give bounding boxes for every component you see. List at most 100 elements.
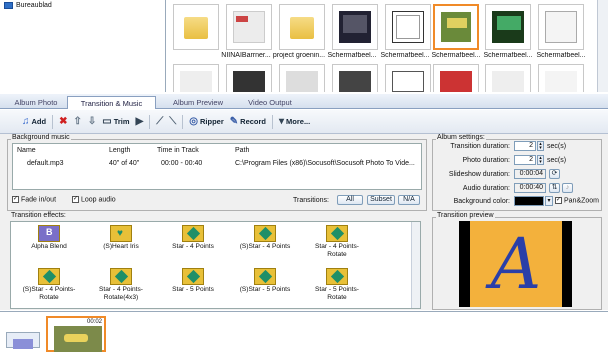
trim-icon: ▭ xyxy=(102,115,112,127)
music-path: C:\Program Files (x86)\Socusoft\Socusoft… xyxy=(235,160,415,167)
thumbnail-image[interactable] xyxy=(226,4,272,50)
effect-item[interactable]: Star - 4 Points xyxy=(162,225,224,251)
move-down-button[interactable]: ⇩ xyxy=(88,116,96,127)
toolbar-separator xyxy=(272,114,273,129)
fade-out-button[interactable]: ⟍ xyxy=(169,116,176,127)
bg-color-swatch[interactable] xyxy=(514,196,544,206)
thumbnail-image[interactable] xyxy=(332,4,378,50)
checkbox-checked-icon: ✓ xyxy=(555,197,562,204)
ripper-button[interactable]: ◎ Ripper xyxy=(189,115,224,127)
transitions-subset-button[interactable]: Subset xyxy=(367,195,395,205)
tab-album-preview[interactable]: Album Preview xyxy=(168,96,228,109)
add-button[interactable]: ♫ Add xyxy=(22,116,46,127)
transition-duration-input[interactable]: 2 xyxy=(514,141,536,151)
effect-item[interactable]: (S)Star - 4 Points xyxy=(234,225,296,251)
music-name[interactable]: default.mp3 xyxy=(27,160,64,167)
effect-item[interactable]: B Alpha Blend xyxy=(18,225,80,251)
thumbnail-image[interactable] xyxy=(433,64,479,92)
effect-item[interactable]: (S)Star - 4 Points-Rotate xyxy=(18,268,80,301)
more-button[interactable]: ▾ More... xyxy=(279,115,310,127)
transition-duration-spinner[interactable]: ▴ ▾ xyxy=(537,141,544,151)
refresh-icon: ⟳ xyxy=(551,170,558,177)
preview-frame: A xyxy=(470,221,562,307)
transition-effects-list[interactable]: B Alpha Blend ♥ (S)Heart Iris Star - 4 Poi… xyxy=(10,221,421,309)
thumbnail-image[interactable] xyxy=(485,64,531,92)
thumbnail-scrollbar[interactable] xyxy=(597,0,608,92)
thumbnail-folder[interactable] xyxy=(173,4,219,50)
audio-duration-value: 0:00:40 xyxy=(514,183,546,193)
thumbnail-image[interactable] xyxy=(173,64,219,92)
toolbar-separator xyxy=(52,114,54,129)
effect-item[interactable]: Star - 5 Points-Rotate xyxy=(306,268,368,301)
thumbnail-image[interactable] xyxy=(485,4,531,50)
thumbnail-caption: Schermafbeel... xyxy=(431,52,481,59)
unit-label: sec(s) xyxy=(547,157,567,164)
transition-duration-label: Transition duration: xyxy=(450,143,510,150)
thumbnail-caption: Schermafbeel... xyxy=(380,52,430,59)
thumbnail-image[interactable] xyxy=(385,64,431,92)
effect-item[interactable]: Star - 4 Points-Rotate(4x3) xyxy=(90,268,152,301)
effects-scrollbar[interactable] xyxy=(411,222,420,308)
fade-in-button[interactable]: ⟋ xyxy=(156,116,163,127)
heart-iris-icon: ♥ xyxy=(110,225,132,242)
thumbnail-image[interactable] xyxy=(226,64,272,92)
storyboard[interactable]: 00:02 xyxy=(0,311,608,352)
thumbnail-image[interactable] xyxy=(332,64,378,92)
photo-duration-spinner[interactable]: ▴ ▾ xyxy=(537,155,544,165)
play-button[interactable]: ▶ xyxy=(136,116,144,127)
transition-effects-title: Transition effects: xyxy=(11,212,66,219)
bg-color-dropdown[interactable]: ▾ xyxy=(545,196,553,206)
folder-icon xyxy=(4,2,13,9)
fade-checkbox[interactable]: ✓ Fade in/out xyxy=(12,196,56,203)
tab-album-photo[interactable]: Album Photo xyxy=(10,96,62,109)
tab-video-output[interactable]: Video Output xyxy=(240,96,300,109)
chevron-down-icon: ▾ xyxy=(279,115,285,127)
column-header-path[interactable]: Path xyxy=(235,147,249,154)
tree-node-desktop[interactable]: Bureaublad xyxy=(4,2,52,9)
effect-item[interactable]: Star - 5 Points xyxy=(162,268,224,294)
thumbnail-caption: project groenin... xyxy=(272,52,326,59)
transitions-na-button[interactable]: N/A xyxy=(398,195,420,205)
thumbnail-image[interactable] xyxy=(385,4,431,50)
effect-item[interactable]: Star - 4 Points-Rotate xyxy=(306,225,368,258)
loop-checkbox[interactable]: ✓ Loop audio xyxy=(72,196,116,203)
slideshow-duration-value: 0:00:04 xyxy=(514,169,546,179)
photo-duration-badge: 00:02 xyxy=(86,319,102,325)
microphone-icon: ✎ xyxy=(229,115,239,127)
move-up-button[interactable]: ⇧ xyxy=(73,116,81,127)
tree-node-label: Bureaublad xyxy=(16,2,52,9)
panzoom-checkbox[interactable]: ✓ Pan&Zoom xyxy=(555,197,599,204)
storyboard-transition-slot[interactable] xyxy=(6,332,40,349)
photo-duration-label: Photo duration: xyxy=(462,157,510,164)
effect-item[interactable]: ♥ (S)Heart Iris xyxy=(90,225,152,251)
thumbnail-image[interactable] xyxy=(538,4,584,50)
thumbnail-image[interactable] xyxy=(279,64,325,92)
sync-icon: ⇅ xyxy=(551,184,558,191)
column-header-length[interactable]: Length xyxy=(109,147,130,154)
star-icon xyxy=(254,225,276,242)
tab-transition-music[interactable]: Transition & Music xyxy=(67,96,156,109)
effect-item[interactable]: (S)Star - 5 Points xyxy=(234,268,296,294)
photo-duration-input[interactable]: 2 xyxy=(514,155,536,165)
thumbnail-caption: Schermafbeel... xyxy=(483,52,533,59)
thumbnail-image[interactable] xyxy=(538,64,584,92)
column-header-name[interactable]: Name xyxy=(17,147,36,154)
trim-button[interactable]: ▭ Trim xyxy=(102,115,129,127)
album-settings-title: Album settings: xyxy=(436,134,486,141)
column-header-time[interactable]: Time in Track xyxy=(157,147,199,154)
toolbar-separator xyxy=(182,114,184,129)
transitions-all-button[interactable]: All xyxy=(337,195,363,205)
delete-button[interactable]: ✖ xyxy=(59,116,67,127)
thumbnail-folder[interactable] xyxy=(279,4,325,50)
checkbox-checked-icon: ✓ xyxy=(72,196,79,203)
folder-tree[interactable]: Bureaublad xyxy=(0,0,166,92)
music-note-button[interactable]: ♪ xyxy=(562,183,573,193)
record-button[interactable]: ✎ Record xyxy=(229,115,266,127)
thumbnail-browser[interactable]: NIINAIBarrner... project groenin... Sche… xyxy=(167,0,597,92)
refresh-button[interactable]: ⟳ xyxy=(549,169,560,179)
sync-audio-button[interactable]: ⇅ xyxy=(549,183,560,193)
music-list[interactable]: Name Length Time in Track Path default.m… xyxy=(12,143,422,190)
cd-icon: ◎ xyxy=(189,115,198,127)
thumbnail-image-selected[interactable] xyxy=(433,4,479,50)
star-icon xyxy=(254,268,276,285)
